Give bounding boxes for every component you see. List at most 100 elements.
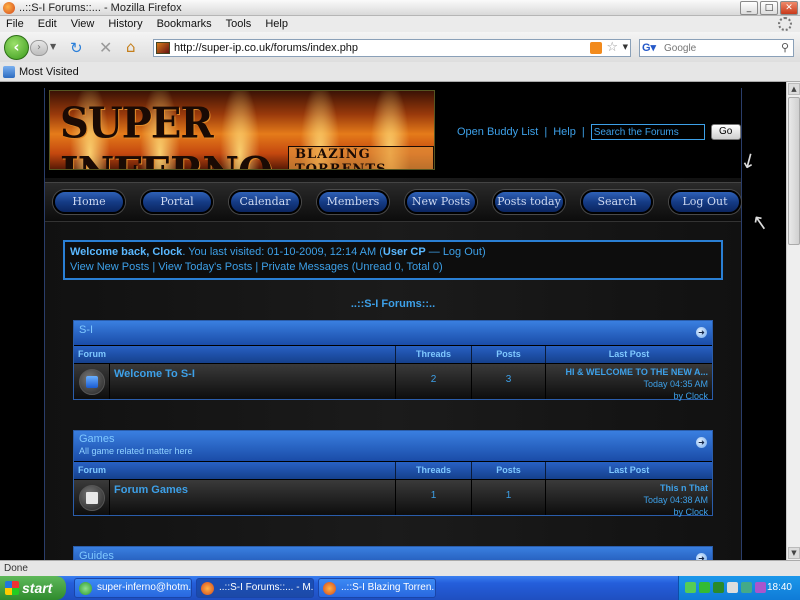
system-tray: 18:40 (678, 576, 800, 600)
history-dropdown-icon[interactable]: ▼ (50, 42, 56, 51)
last-visited-text: . You last visited: 01-10-2009, 12:14 AM… (182, 246, 383, 258)
magnifier-icon[interactable]: ⚲ (781, 41, 789, 54)
annotation-arrow-icon: ↖ (750, 208, 771, 236)
thread-count: 1 (396, 480, 472, 515)
most-visited-icon (3, 65, 15, 78)
menu-edit[interactable]: Edit (38, 18, 57, 30)
nav-search-button[interactable]: Search (581, 190, 653, 214)
forum-link[interactable]: Forum Games (110, 480, 396, 515)
collapse-icon[interactable]: ➜ (696, 327, 707, 338)
web-search-input[interactable] (658, 42, 778, 54)
collapse-icon[interactable]: ➜ (696, 437, 707, 448)
nav-members-button[interactable]: Members (317, 190, 389, 214)
bookmarks-toolbar: Most Visited (0, 62, 800, 82)
log-out-link[interactable]: Log Out (443, 246, 482, 258)
reload-icon[interactable]: ↻ (70, 39, 83, 57)
menu-help[interactable]: Help (265, 18, 288, 30)
menu-view[interactable]: View (71, 18, 95, 30)
tray-extra-icon[interactable] (755, 582, 766, 593)
menu-file[interactable]: File (6, 18, 24, 30)
welcome-panel: Welcome back, Clock. You last visited: 0… (63, 240, 723, 280)
stop-icon[interactable]: ✕ (99, 38, 112, 57)
header-links: Open Buddy List | Help | Go (457, 124, 741, 140)
last-post-author[interactable]: by Clock (550, 390, 708, 402)
category-title[interactable]: Guides (79, 550, 114, 560)
quick-links[interactable]: View New Posts | View Today's Posts | Pr… (70, 260, 716, 275)
scroll-thumb[interactable] (788, 97, 800, 245)
h-tray-icon[interactable] (713, 582, 724, 593)
forum-page: SUPER INFERNO BLAZING TORRENTS Open Budd… (44, 88, 742, 560)
minimize-button[interactable]: _ (740, 1, 758, 15)
url-input[interactable] (174, 42, 584, 54)
last-post-time: Today 04:38 AM (643, 495, 708, 505)
user-cp-link[interactable]: User CP (383, 246, 426, 258)
taskbar-item-blazing[interactable]: ..::S-I Blazing Torren... (318, 578, 436, 598)
google-icon[interactable]: G▾ (642, 41, 658, 55)
logo-subtitle: BLAZING TORRENTS (288, 146, 434, 169)
navigation-toolbar: ‹ › ▼ ↻ ✕ ⌂ ☆ ▼ G▾ ⚲ (0, 32, 800, 62)
nav-log-out-button[interactable]: Log Out (669, 190, 741, 214)
page-viewport: SUPER INFERNO BLAZING TORRENTS Open Budd… (0, 82, 786, 560)
scroll-down-icon[interactable]: ▼ (788, 547, 800, 559)
bookmark-most-visited[interactable]: Most Visited (19, 66, 79, 78)
forward-button[interactable]: › (30, 40, 48, 56)
windows-logo-icon (5, 581, 19, 595)
url-dropdown-icon[interactable]: ▼ (623, 43, 628, 51)
nav-new-posts-button[interactable]: New Posts (405, 190, 477, 214)
nav-home-button[interactable]: Home (53, 190, 125, 214)
menu-tools[interactable]: Tools (226, 18, 252, 30)
nav-posts-today-button[interactable]: Posts today (493, 190, 565, 214)
page-scrollbar[interactable]: ▲ ▼ (786, 82, 800, 560)
menu-bar: File Edit View History Bookmarks Tools H… (0, 16, 800, 32)
url-bar[interactable]: ☆ ▼ (153, 39, 631, 57)
window-titlebar: ..::S-I Forums::... - Mozilla Firefox _ … (0, 0, 800, 16)
buddy-tray-icon[interactable] (685, 582, 696, 593)
menu-bookmarks[interactable]: Bookmarks (157, 18, 212, 30)
messenger-icon (79, 582, 92, 595)
forum-link[interactable]: Welcome To S-I (110, 364, 396, 399)
throbber-icon (778, 17, 792, 31)
nav-portal-button[interactable]: Portal (141, 190, 213, 214)
windows-taskbar: start super-inferno@hotm... ..::S-I Foru… (0, 576, 800, 600)
bookmark-star-icon[interactable]: ☆ (606, 40, 618, 55)
open-buddy-list-link[interactable]: Open Buddy List (457, 126, 538, 138)
taskbar-item-messenger[interactable]: super-inferno@hotm... (74, 578, 192, 598)
last-post-time: Today 04:35 AM (643, 379, 708, 389)
collapse-icon[interactable]: ➜ (696, 553, 707, 560)
category-header: Guides ➜ (74, 547, 712, 560)
category-header: S-I ➜ (74, 321, 712, 345)
menu-history[interactable]: History (108, 18, 142, 30)
taskbar-item-forums[interactable]: ..::S-I Forums::... - M... (196, 578, 314, 598)
scroll-up-icon[interactable]: ▲ (788, 83, 800, 95)
category-description: All game related matter here (79, 446, 193, 456)
rss-icon[interactable] (590, 42, 602, 54)
welcome-username[interactable]: Clock (152, 246, 182, 258)
column-headers: Forum Threads Posts Last Post (74, 345, 712, 363)
last-post-author[interactable]: by Clock (550, 506, 708, 518)
category-games: Games All game related matter here ➜ For… (73, 430, 713, 518)
category-title[interactable]: S-I (79, 324, 93, 336)
nav-calendar-button[interactable]: Calendar (229, 190, 301, 214)
help-link[interactable]: Help (553, 126, 576, 138)
last-post-title[interactable]: This n That (550, 482, 708, 494)
search-forums-input[interactable] (590, 124, 705, 140)
window-title: ..::S-I Forums::... - Mozilla Firefox (19, 1, 182, 14)
category-guides: Guides ➜ (73, 546, 713, 560)
home-icon[interactable]: ⌂ (126, 38, 136, 56)
firefox-icon (3, 1, 15, 14)
firefox-icon (323, 582, 336, 595)
web-search-bar[interactable]: G▾ ⚲ (639, 39, 794, 57)
close-button[interactable]: ✕ (780, 1, 798, 15)
site-logo[interactable]: SUPER INFERNO BLAZING TORRENTS (49, 90, 435, 170)
go-button[interactable]: Go (710, 124, 741, 140)
messenger-tray-icon[interactable] (699, 582, 710, 593)
firefox-icon (201, 582, 214, 595)
start-button[interactable]: start (0, 576, 66, 600)
last-post-title[interactable]: HI & WELCOME TO THE NEW A... (550, 366, 709, 378)
network-icon[interactable] (741, 582, 752, 593)
thread-count: 2 (396, 364, 472, 399)
category-title[interactable]: Games (79, 433, 707, 445)
back-button[interactable]: ‹ (4, 35, 29, 60)
maximize-button[interactable]: □ (760, 1, 778, 15)
volume-icon[interactable] (727, 582, 738, 593)
